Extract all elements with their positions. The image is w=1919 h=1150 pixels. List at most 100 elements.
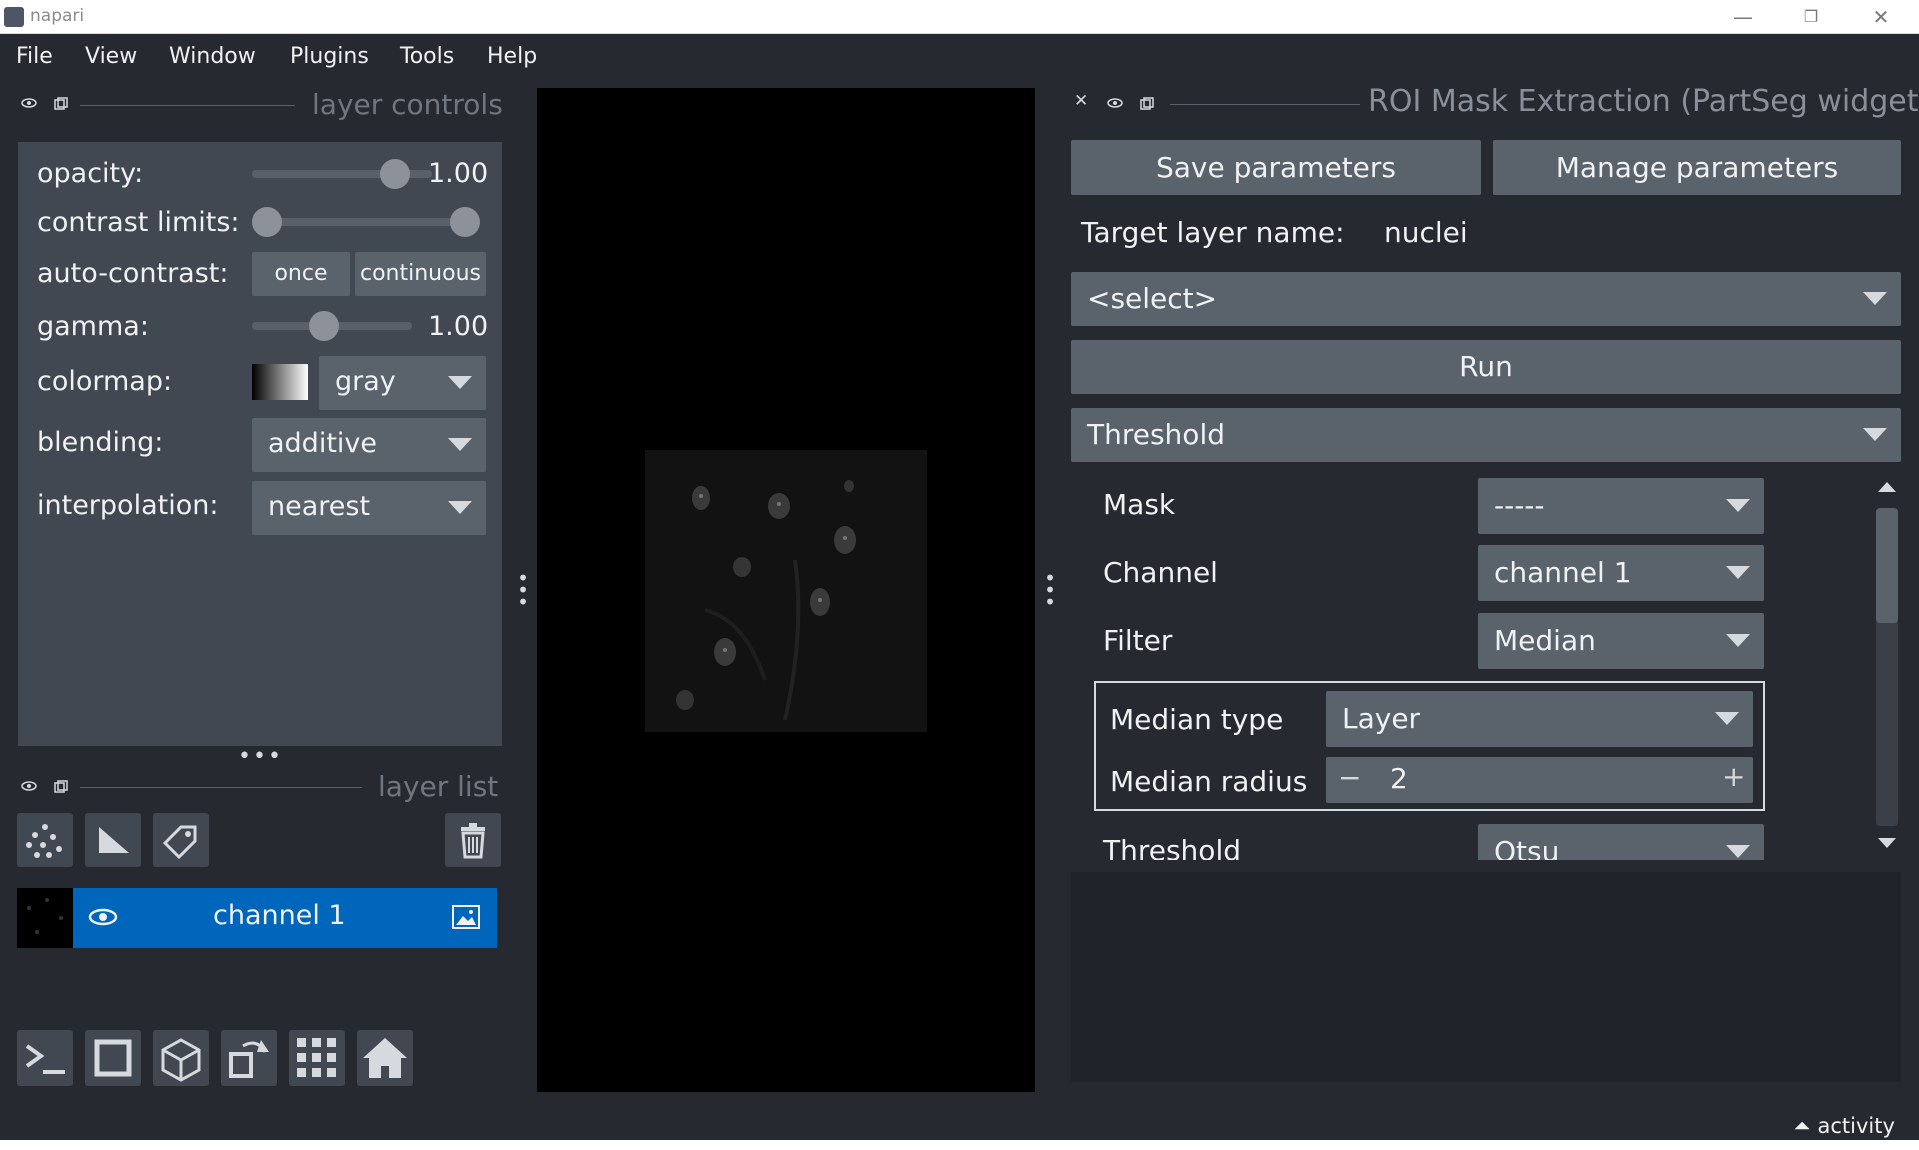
select-combo[interactable]: <select> — [1071, 272, 1901, 326]
chevron-down-icon — [1726, 634, 1750, 647]
app-icon — [4, 7, 24, 27]
3d-view-button[interactable] — [153, 1030, 209, 1086]
menu-view[interactable]: View — [85, 44, 137, 69]
eye-icon[interactable] — [87, 906, 119, 928]
output-area — [1071, 872, 1901, 1082]
parameters-scrollbar[interactable] — [1874, 478, 1900, 858]
activity-label: activity — [1817, 1114, 1895, 1138]
blending-label: blending: — [37, 427, 164, 458]
mask-value: ----- — [1494, 489, 1545, 522]
save-parameters-button[interactable]: Save parameters — [1071, 140, 1481, 195]
channel-label: Channel — [1103, 556, 1218, 589]
filter-combo[interactable]: Median — [1478, 613, 1764, 669]
menu-file[interactable]: File — [16, 44, 53, 69]
header-divider — [80, 787, 362, 788]
blending-combo[interactable]: additive — [252, 418, 486, 472]
menu-plugins[interactable]: Plugins — [290, 44, 369, 69]
minimize-button[interactable]: — — [1716, 4, 1770, 30]
layer-name[interactable]: channel 1 — [213, 900, 346, 931]
filter-value: Median — [1494, 624, 1596, 657]
header-divider — [80, 105, 295, 106]
chevron-down-icon — [448, 376, 472, 389]
new-labels-button[interactable] — [153, 813, 209, 867]
auto-contrast-label: auto-contrast: — [37, 258, 229, 289]
target-layer-label: Target layer name: — [1081, 216, 1345, 249]
layer-list-header: layer list — [378, 770, 499, 803]
chevron-down-icon — [448, 501, 472, 514]
target-layer-input[interactable]: nuclei — [1376, 208, 1901, 258]
hide-icon[interactable] — [20, 96, 38, 110]
median-type-combo[interactable]: Layer — [1326, 691, 1753, 747]
gamma-value: 1.00 — [428, 311, 489, 342]
float-icon[interactable] — [1140, 97, 1154, 111]
microscopy-image — [645, 450, 927, 732]
splitter-handle[interactable]: ••• — [238, 744, 281, 769]
scroll-up-icon[interactable] — [1878, 482, 1896, 492]
home-button[interactable] — [357, 1030, 413, 1086]
delete-icon — [461, 823, 485, 859]
delete-layer-button[interactable] — [445, 813, 501, 867]
run-button[interactable]: Run — [1071, 340, 1901, 394]
console-button[interactable] — [17, 1030, 73, 1086]
viewer-canvas[interactable] — [537, 88, 1035, 1092]
chevron-down-icon — [1726, 499, 1750, 512]
median-radius-label: Median radius — [1110, 765, 1308, 798]
splitter-handle-right[interactable]: • • • — [1043, 568, 1057, 612]
float-icon[interactable] — [54, 780, 68, 794]
plus-icon[interactable]: + — [1722, 760, 1745, 793]
console-icon — [25, 1044, 65, 1074]
algorithm-combo[interactable]: Threshold — [1071, 408, 1901, 462]
menu-window[interactable]: Window — [169, 44, 256, 69]
header-divider — [1170, 104, 1360, 105]
scrollbar-thumb[interactable] — [1876, 508, 1898, 623]
channel-combo[interactable]: channel 1 — [1478, 545, 1764, 601]
continuous-button[interactable]: continuous — [355, 252, 486, 296]
activity-toggle[interactable]: ⏶ activity — [1794, 1114, 1895, 1139]
hide-icon[interactable] — [1106, 96, 1124, 110]
opacity-value: 1.00 — [428, 158, 489, 189]
contrast-limits-label: contrast limits: — [37, 207, 240, 238]
caret-up-icon: ⏶ — [1794, 1114, 1811, 1138]
channel-value: channel 1 — [1494, 556, 1632, 589]
ndisplay-button[interactable] — [85, 1030, 141, 1086]
manage-parameters-button[interactable]: Manage parameters — [1493, 140, 1901, 195]
close-window-button[interactable]: ✕ — [1854, 4, 1908, 30]
opacity-label: opacity: — [37, 158, 144, 189]
interpolation-label: interpolation: — [37, 490, 219, 521]
opacity-slider-handle[interactable] — [380, 159, 410, 189]
interpolation-combo[interactable]: nearest — [252, 481, 486, 535]
layer-item[interactable]: channel 1 — [73, 888, 497, 948]
roll-dims-button[interactable] — [221, 1030, 277, 1086]
median-radius-spinbox[interactable]: − 2 + — [1326, 757, 1753, 803]
select-value: <select> — [1087, 282, 1218, 315]
menu-help[interactable]: Help — [487, 44, 537, 69]
menu-tools[interactable]: Tools — [400, 44, 454, 69]
mask-combo[interactable]: ----- — [1478, 478, 1764, 534]
splitter-handle-left[interactable]: • • • — [516, 568, 530, 612]
threshold-value: Otsu — [1494, 835, 1560, 860]
colormap-combo[interactable]: gray — [319, 356, 486, 410]
once-button[interactable]: once — [252, 252, 350, 296]
close-icon[interactable]: ✕ — [1074, 91, 1088, 111]
contrast-min-handle[interactable] — [252, 207, 282, 237]
chevron-down-icon — [1726, 845, 1750, 858]
median-options-group: Median type Layer Median radius − 2 + — [1094, 681, 1765, 811]
chevron-down-icon — [1863, 292, 1887, 305]
new-shapes-button[interactable] — [85, 813, 141, 867]
window-title: napari — [30, 6, 85, 26]
colormap-value: gray — [335, 366, 396, 397]
restore-button[interactable]: ❐ — [1784, 4, 1838, 30]
grid-view-button[interactable] — [289, 1030, 345, 1086]
contrast-limits-slider[interactable] — [252, 218, 472, 226]
median-type-value: Layer — [1342, 702, 1421, 735]
contrast-max-handle[interactable] — [450, 207, 480, 237]
image-icon — [452, 905, 480, 929]
threshold-combo[interactable]: Otsu — [1478, 824, 1764, 860]
scroll-down-icon[interactable] — [1878, 838, 1896, 848]
minus-icon[interactable]: − — [1338, 761, 1361, 794]
points-icon — [26, 824, 62, 858]
hide-icon[interactable] — [20, 779, 38, 793]
float-icon[interactable] — [54, 97, 68, 111]
new-points-button[interactable] — [17, 813, 73, 867]
gamma-slider-handle[interactable] — [309, 311, 339, 341]
